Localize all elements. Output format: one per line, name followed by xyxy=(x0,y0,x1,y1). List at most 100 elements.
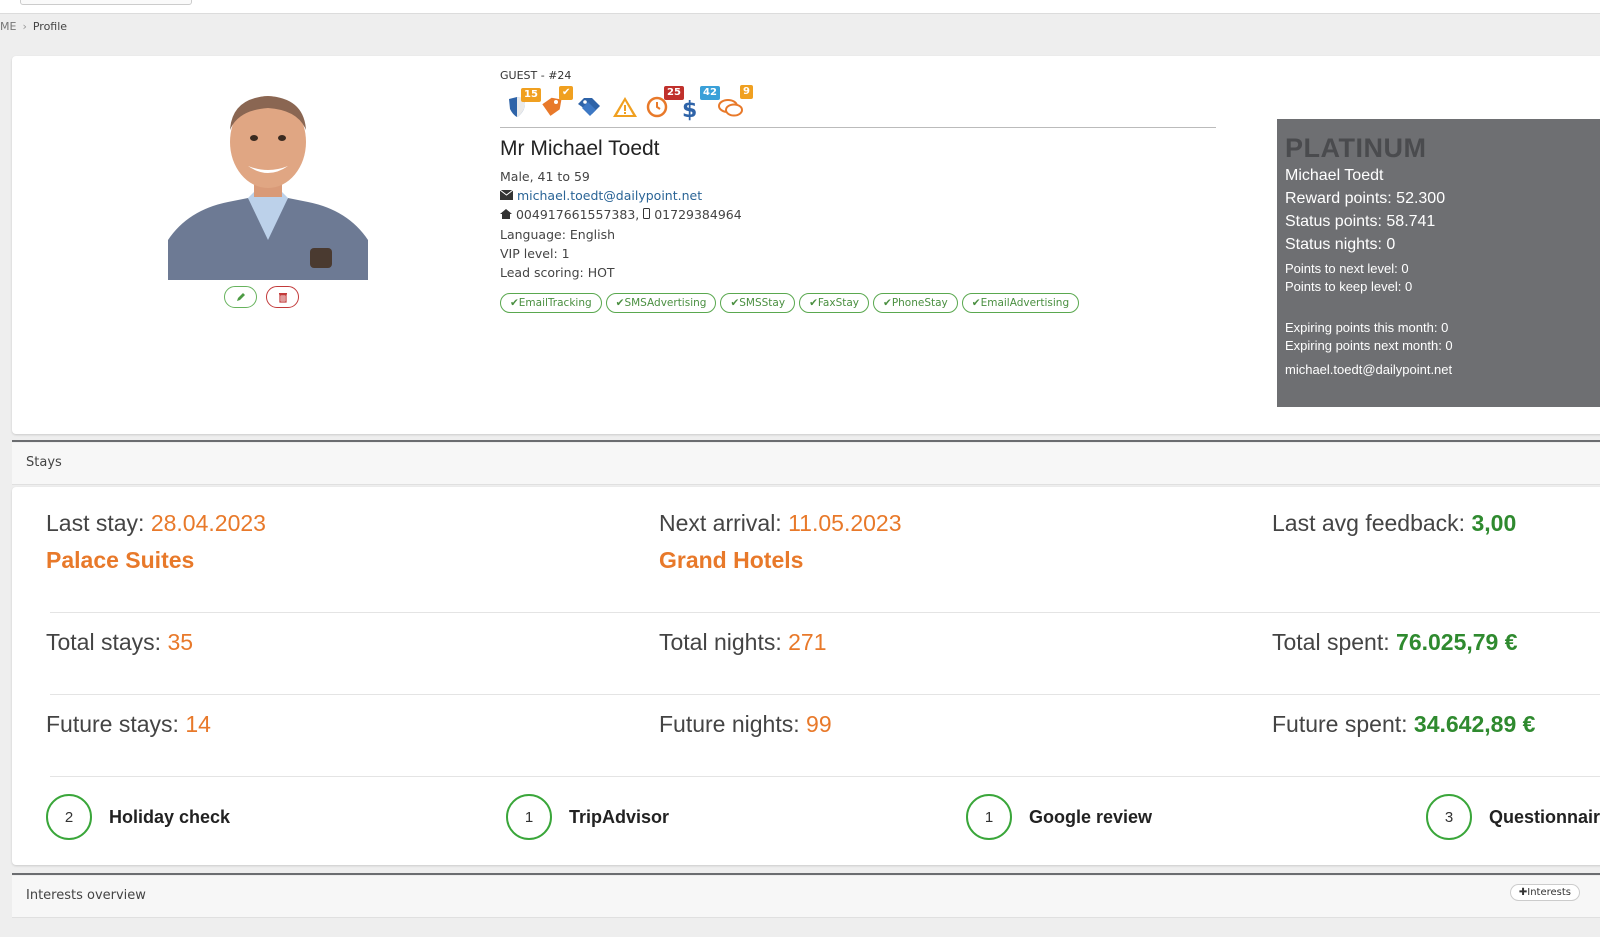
row-divider xyxy=(50,776,1600,777)
expiring-next-month: Expiring points next month: 0 xyxy=(1285,338,1453,353)
warning-icon[interactable] xyxy=(612,96,638,122)
tag-sms-stay[interactable]: ✔SMSStay xyxy=(720,293,796,313)
last-stay-date: 28.04.2023 xyxy=(150,510,266,536)
edit-button[interactable] xyxy=(224,286,257,308)
future-stays: Future stays: 14 xyxy=(46,711,211,738)
language: Language: English xyxy=(500,227,616,242)
review-label: TripAdvisor xyxy=(569,806,670,827)
guest-id-label: GUEST - #24 xyxy=(500,69,572,82)
total-stays-value: 35 xyxy=(167,629,194,655)
tag-email-advertising[interactable]: ✔EmailAdvertising xyxy=(961,293,1080,313)
status-points: Status points: 58.741 xyxy=(1285,213,1436,230)
future-nights: Future nights: 99 xyxy=(659,711,832,738)
section-divider xyxy=(12,440,1600,442)
comments-icon[interactable] xyxy=(718,98,744,122)
future-spent-label: Future spent: xyxy=(1272,711,1414,737)
row-divider xyxy=(50,612,1600,613)
future-nights-label: Future nights: xyxy=(659,711,807,737)
reward-points: Reward points: 52.300 xyxy=(1285,190,1446,207)
status-nights: Status nights: 0 xyxy=(1285,236,1396,253)
future-spent-value: 34.642,89 € xyxy=(1413,711,1536,737)
comments-badge: 9 xyxy=(740,85,753,99)
tags-icon[interactable] xyxy=(576,96,602,122)
vip-level: VIP level: 1 xyxy=(500,246,570,261)
consent-tags: ✔EmailTracking ✔SMSAdvertising ✔SMSStay … xyxy=(500,293,1080,313)
total-spent-value: 76.025,79 € xyxy=(1396,629,1518,655)
add-interests-button[interactable]: ✚Interests xyxy=(1509,884,1580,901)
last-stay-label: Last stay: xyxy=(46,510,151,536)
total-nights-value: 271 xyxy=(788,629,827,655)
breadcrumb-current: Profile xyxy=(32,20,68,33)
review-count: 1 xyxy=(506,794,552,840)
total-spent-label: Total spent: xyxy=(1272,629,1397,655)
guest-email-link[interactable]: michael.toedt@dailypoint.net xyxy=(517,188,702,203)
review-label: Holiday check xyxy=(109,806,231,827)
expiring-this-month: Expiring points this month: 0 xyxy=(1285,320,1449,335)
guest-name: Mr Michael Toedt xyxy=(500,137,660,160)
review-count: 3 xyxy=(1426,794,1472,840)
gender-age: Male, 41 to 59 xyxy=(500,169,590,184)
future-nights-value: 99 xyxy=(806,711,832,737)
tag-phone-stay[interactable]: ✔PhoneStay xyxy=(873,293,958,313)
future-spent: Future spent: 34.642,89 € xyxy=(1272,711,1535,738)
next-arrival: Next arrival: 11.05.2023 xyxy=(659,510,902,537)
review-count: 2 xyxy=(46,794,92,840)
tag-fax-stay[interactable]: ✔FaxStay xyxy=(799,293,870,313)
dollar-badge: 42 xyxy=(700,86,720,100)
points-keep-level: Points to keep level: 0 xyxy=(1285,279,1413,294)
next-arrival-label: Next arrival: xyxy=(659,510,789,536)
review-tripadvisor[interactable]: 1 TripAdvisor xyxy=(506,794,669,840)
pencil-icon xyxy=(235,288,247,307)
tag-email-tracking[interactable]: ✔EmailTracking xyxy=(500,293,602,313)
loyalty-name: Michael Toedt xyxy=(1285,167,1384,184)
dollar-icon[interactable]: $ xyxy=(682,100,697,122)
feedback-value: 3,00 xyxy=(1471,510,1517,536)
trash-icon xyxy=(277,288,289,307)
lead-scoring: Lead scoring: HOT xyxy=(500,265,615,280)
total-nights-label: Total nights: xyxy=(659,629,789,655)
mobile-number: 01729384964 xyxy=(654,207,742,222)
breadcrumb: ME › Profile xyxy=(0,20,67,33)
email-row: michael.toedt@dailypoint.net xyxy=(499,188,702,203)
points-next-level: Points to next level: 0 xyxy=(1285,261,1409,276)
total-nights: Total nights: 271 xyxy=(659,629,827,656)
home-icon xyxy=(500,207,516,222)
section-divider xyxy=(12,873,1600,875)
review-holiday-check[interactable]: 2 Holiday check xyxy=(46,794,230,840)
interests-header: Interests overview ✚Interests xyxy=(12,876,1600,918)
mobile-icon xyxy=(643,207,654,222)
shield-badge: 15 xyxy=(521,88,541,102)
phone-row: 004917661557383, 01729384964 xyxy=(500,207,742,222)
future-stays-label: Future stays: xyxy=(46,711,186,737)
interests-title: Interests overview xyxy=(26,888,146,903)
last-stay: Last stay: 28.04.2023 xyxy=(46,510,266,537)
total-stays: Total stays: 35 xyxy=(46,629,193,656)
header-divider xyxy=(500,127,1216,128)
envelope-icon xyxy=(499,188,517,203)
last-stay-hotel[interactable]: Palace Suites xyxy=(46,547,194,574)
guest-photo xyxy=(168,80,368,280)
review-questionnaire[interactable]: 3 Questionnaire xyxy=(1426,794,1600,840)
feedback-label: Last avg feedback: xyxy=(1272,510,1472,536)
phone-number: 004917661557383, xyxy=(515,207,644,222)
loyalty-email: michael.toedt@dailypoint.net xyxy=(1285,362,1453,377)
row-divider xyxy=(50,694,1600,695)
loyalty-level: PLATINUM xyxy=(1285,133,1427,163)
review-google[interactable]: 1 Google review xyxy=(966,794,1152,840)
tag-sms-advertising[interactable]: ✔SMSAdvertising xyxy=(605,293,717,313)
last-avg-feedback: Last avg feedback: 3,00 xyxy=(1272,510,1516,537)
top-search-stub[interactable] xyxy=(20,0,192,5)
review-count: 1 xyxy=(966,794,1012,840)
review-label: Google review xyxy=(1029,806,1153,827)
review-label: Questionnaire xyxy=(1489,806,1600,827)
delete-button[interactable] xyxy=(266,286,299,308)
next-arrival-hotel[interactable]: Grand Hotels xyxy=(659,547,803,574)
total-spent: Total spent: 76.025,79 € xyxy=(1272,629,1518,656)
stays-header: Stays xyxy=(12,443,1600,485)
guest-icon-row: 15 ✔ 25 $ 42 9 xyxy=(500,85,780,122)
clock-badge: 25 xyxy=(664,86,684,100)
tag-badge: ✔ xyxy=(559,86,574,100)
total-stays-label: Total stays: xyxy=(46,629,168,655)
stays-card: Last stay: 28.04.2023 Palace Suites Next… xyxy=(12,487,1600,865)
breadcrumb-home[interactable]: ME xyxy=(0,20,16,33)
